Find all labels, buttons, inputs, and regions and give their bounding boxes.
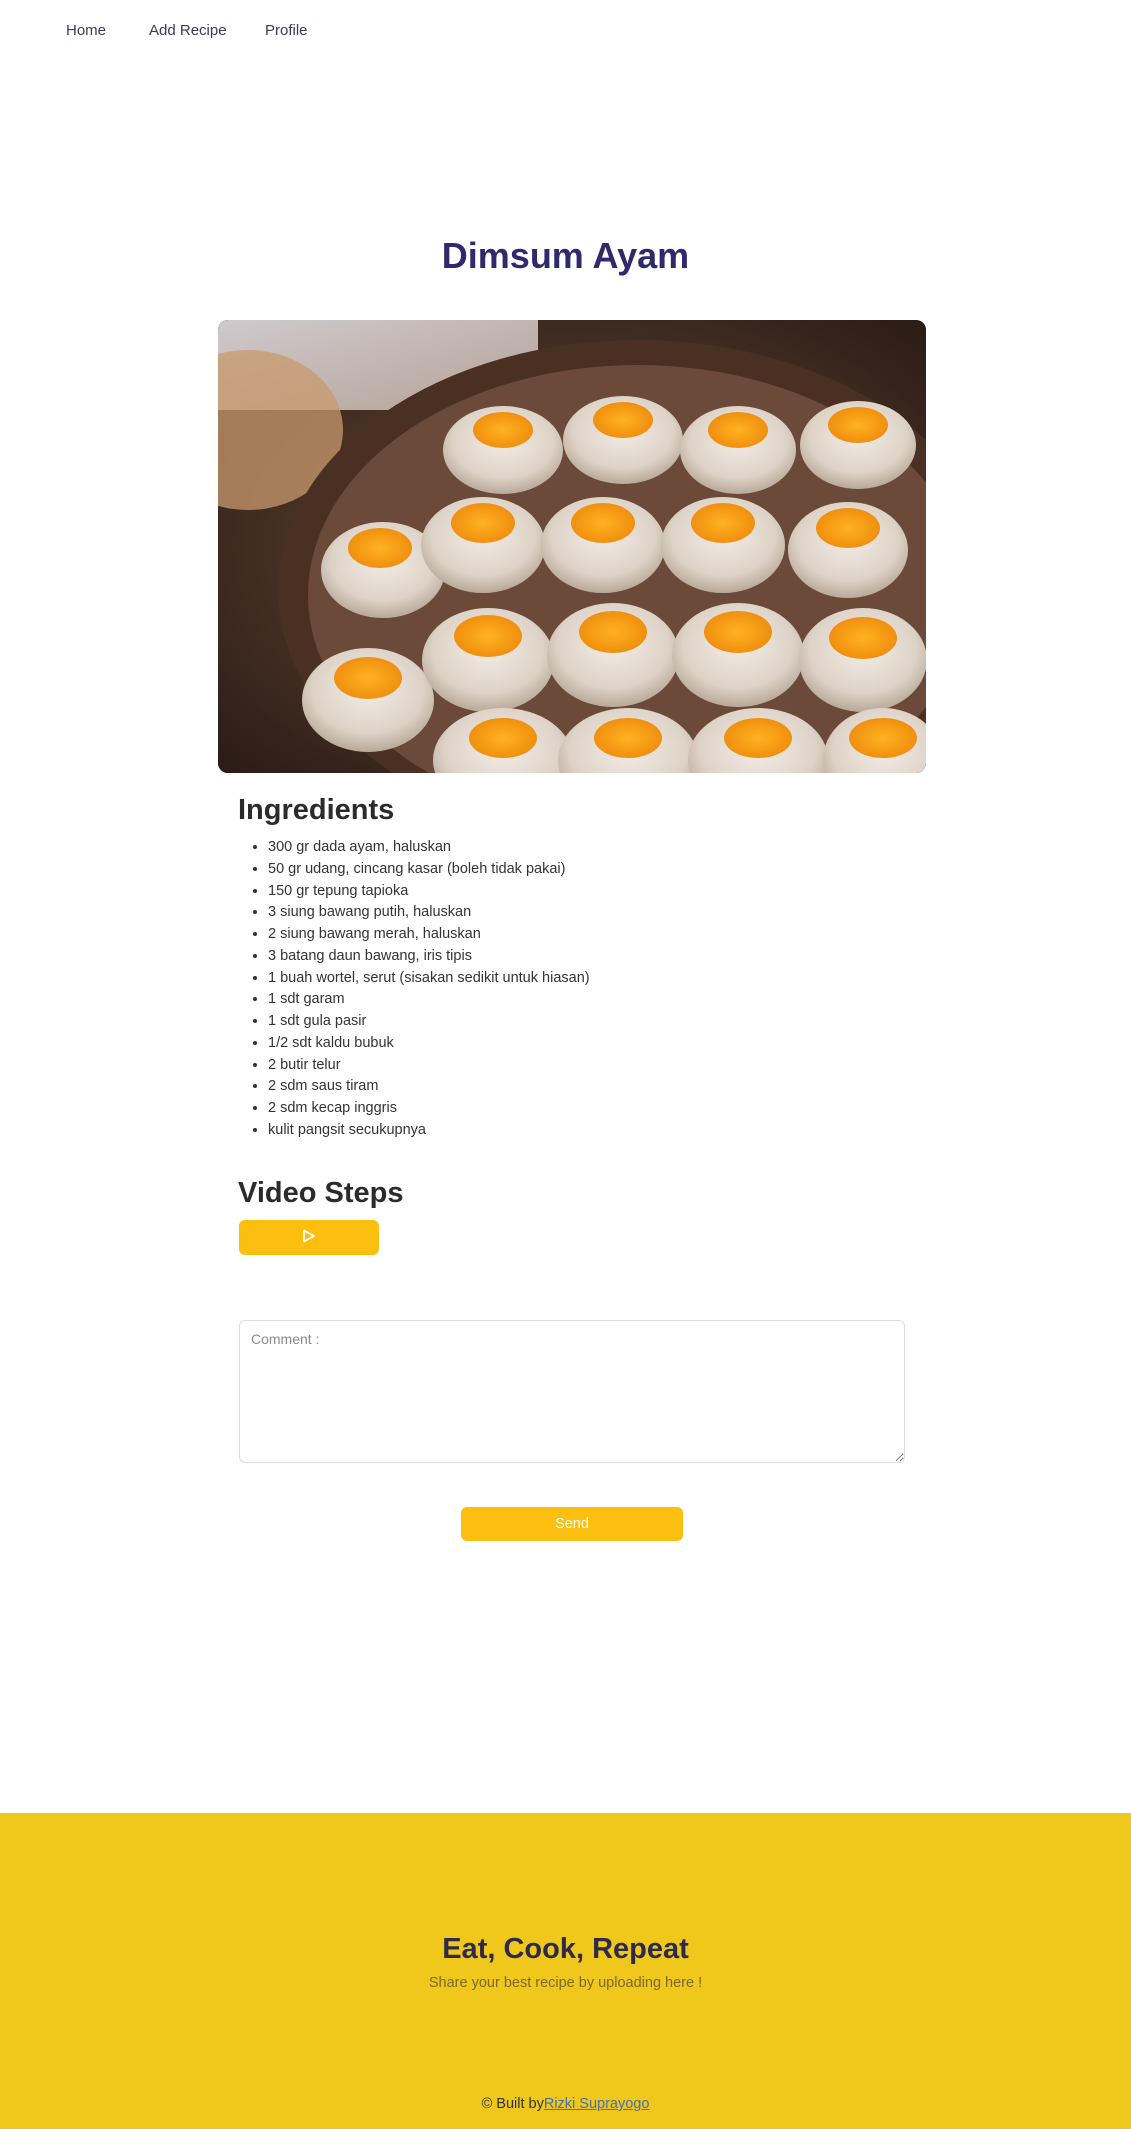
- nav-add-recipe-link[interactable]: Add Recipe: [149, 22, 227, 39]
- footer: Eat, Cook, Repeat Share your best recipe…: [0, 1813, 1131, 2129]
- ingredient-item: kulit pangsit secukupnya: [268, 1120, 590, 1142]
- send-button[interactable]: Send: [461, 1507, 683, 1541]
- ingredient-item: 2 sdm kecap inggris: [268, 1098, 590, 1120]
- ingredients-heading: Ingredients: [238, 794, 395, 826]
- video-steps-heading: Video Steps: [238, 1177, 404, 1209]
- credit-prefix: © Built by: [481, 2096, 544, 2112]
- comment-input[interactable]: [239, 1320, 905, 1463]
- play-video-button[interactable]: [239, 1220, 379, 1255]
- ingredient-item: 1/2 sdt kaldu bubuk: [268, 1033, 590, 1055]
- nav-home-link[interactable]: Home: [66, 22, 106, 39]
- ingredient-item: 3 siung bawang putih, haluskan: [268, 902, 590, 924]
- ingredient-item: 2 siung bawang merah, haluskan: [268, 924, 590, 946]
- ingredient-item: 50 gr udang, cincang kasar (boleh tidak …: [268, 859, 590, 881]
- dimsum-photo: [218, 320, 926, 773]
- ingredient-item: 1 buah wortel, serut (sisakan sedikit un…: [268, 968, 590, 990]
- nav-profile-link[interactable]: Profile: [265, 22, 308, 39]
- play-icon: [302, 1229, 316, 1246]
- ingredients-list: 300 gr dada ayam, haluskan 50 gr udang, …: [238, 837, 590, 1142]
- ingredient-item: 1 sdt gula pasir: [268, 1011, 590, 1033]
- recipe-image: [218, 320, 926, 773]
- ingredient-item: 150 gr tepung tapioka: [268, 881, 590, 903]
- author-link[interactable]: Rizki Suprayogo: [544, 2096, 650, 2112]
- ingredient-item: 2 butir telur: [268, 1055, 590, 1077]
- footer-credit: © Built byRizki Suprayogo: [0, 2096, 1131, 2112]
- ingredient-item: 300 gr dada ayam, haluskan: [268, 837, 590, 859]
- top-nav: Home Add Recipe Profile: [0, 0, 1131, 66]
- ingredient-item: 2 sdm saus tiram: [268, 1076, 590, 1098]
- footer-subtitle: Share your best recipe by uploading here…: [428, 1975, 703, 1991]
- recipe-title: Dimsum Ayam: [441, 235, 690, 276]
- footer-title: Eat, Cook, Repeat: [442, 1933, 689, 1965]
- ingredient-item: 3 batang daun bawang, iris tipis: [268, 946, 590, 968]
- ingredient-item: 1 sdt garam: [268, 989, 590, 1011]
